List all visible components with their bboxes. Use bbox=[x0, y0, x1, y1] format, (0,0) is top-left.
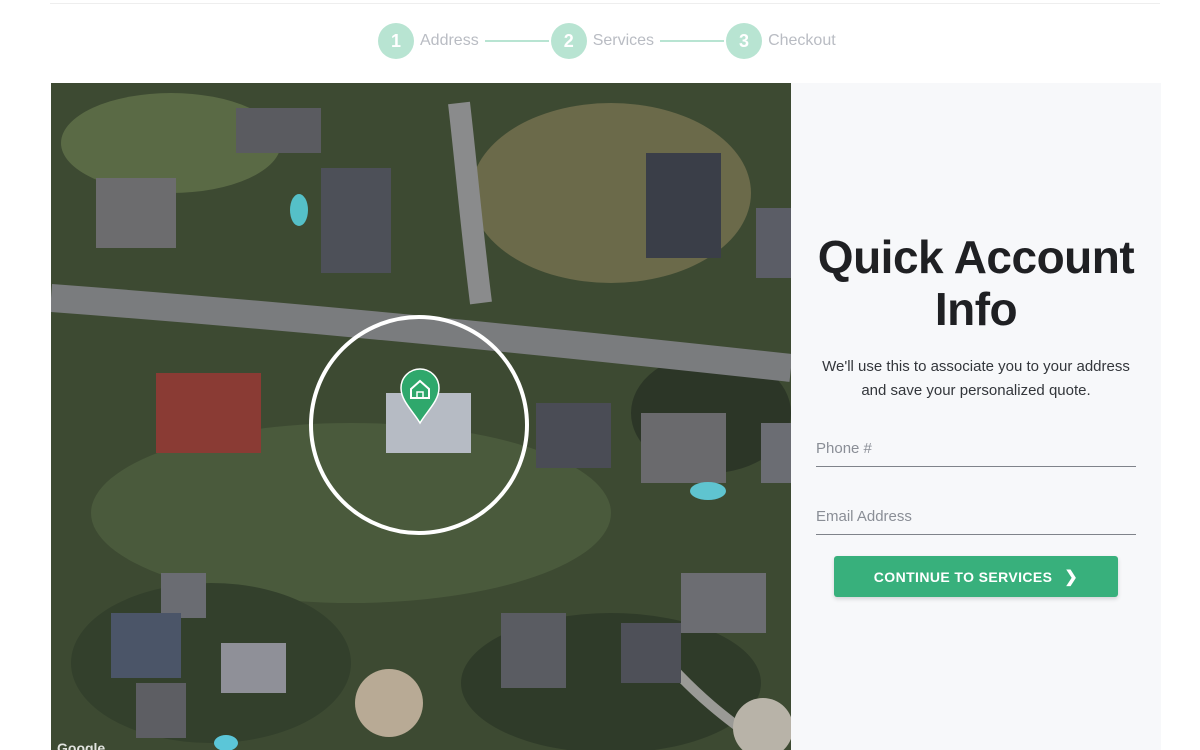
phone-field[interactable] bbox=[816, 431, 1136, 467]
map-attribution: Google bbox=[57, 740, 106, 750]
form-subtitle: We'll use this to associate you to your … bbox=[822, 358, 1130, 399]
step-label: Services bbox=[592, 32, 655, 49]
step-connector bbox=[484, 40, 549, 42]
satellite-imagery bbox=[51, 83, 791, 750]
header-divider bbox=[50, 0, 1160, 4]
step-number: 3 bbox=[726, 23, 763, 59]
cta-label: CONTINUE TO SERVICES bbox=[873, 568, 1053, 585]
step-services[interactable]: 2 Services bbox=[550, 23, 655, 59]
step-label: Address bbox=[420, 32, 479, 49]
satellite-map[interactable]: Google bbox=[51, 83, 791, 750]
progress-stepper: 1 Address 2 Services 3 Checkout bbox=[378, 23, 836, 59]
step-number: 1 bbox=[378, 23, 414, 59]
step-number: 2 bbox=[550, 23, 587, 59]
page-margin bbox=[1161, 83, 1200, 750]
email-field[interactable] bbox=[816, 499, 1136, 535]
step-connector bbox=[660, 40, 725, 42]
step-checkout[interactable]: 3 Checkout bbox=[726, 23, 836, 59]
account-form-panel: Quick Account Info We'll use this to ass… bbox=[791, 83, 1161, 750]
step-label: Checkout bbox=[768, 32, 836, 49]
form-title: Quick Account Info bbox=[817, 231, 1135, 335]
step-address[interactable]: 1 Address bbox=[378, 23, 479, 59]
continue-to-services-button[interactable]: CONTINUE TO SERVICES ❯ bbox=[834, 556, 1118, 597]
chevron-right-icon: ❯ bbox=[1064, 568, 1079, 586]
